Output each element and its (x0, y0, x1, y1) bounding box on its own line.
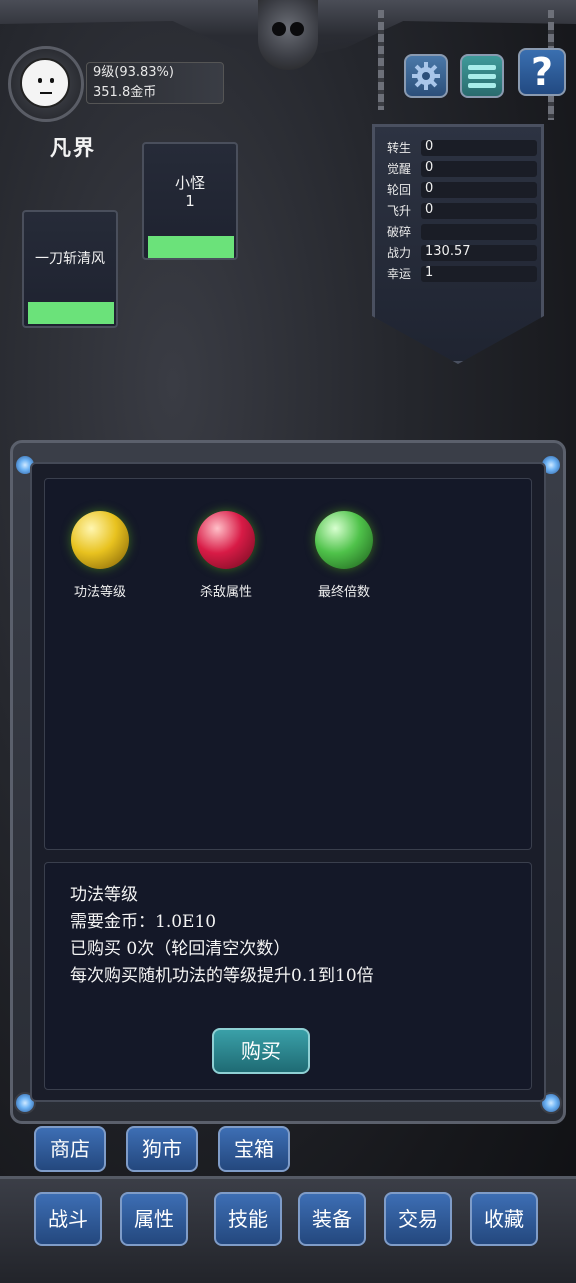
character-hp-bar (28, 302, 114, 324)
stat-label: 幸运 (387, 267, 412, 281)
menu-button[interactable] (460, 54, 504, 98)
stat-label: 飞升 (387, 204, 412, 218)
settings-button[interactable] (404, 54, 448, 98)
enemy-card[interactable]: 小怪 1 (142, 142, 238, 260)
green-orb-icon[interactable] (315, 511, 373, 569)
stat-row: 轮回 0 (387, 181, 537, 199)
dog-market-button[interactable]: 狗市 (126, 1126, 198, 1172)
stat-value: 0 (425, 139, 434, 154)
enemy-name: 小怪 (174, 174, 205, 192)
stat-row: 飞升 0 (387, 202, 537, 220)
character-name: 一刀斩清风 (35, 251, 105, 267)
upgrade-label[interactable]: 功法等级 (55, 581, 145, 600)
stat-value: 1 (425, 265, 434, 280)
gear-icon (412, 62, 440, 90)
menu-icon (468, 64, 496, 70)
stat-value: 130.57 (425, 244, 471, 259)
help-button[interactable]: ? (518, 48, 566, 96)
enemy-level: 1 (185, 192, 195, 210)
red-orb-icon[interactable] (197, 511, 255, 569)
nav-equipment[interactable]: 装备 (298, 1192, 366, 1246)
upgrade-label[interactable]: 杀敌属性 (181, 581, 271, 600)
character-card[interactable]: 一刀斩清风 (22, 210, 118, 328)
stat-row: 转生 0 (387, 139, 537, 157)
nav-collection[interactable]: 收藏 (470, 1192, 538, 1246)
help-icon: ? (530, 50, 554, 94)
buy-button[interactable]: 购买 (212, 1028, 310, 1074)
stat-label: 转生 (387, 141, 412, 155)
description-effect: 每次购买随机功法的等级提升0.1到10倍 (70, 966, 374, 986)
nav-trade[interactable]: 交易 (384, 1192, 452, 1246)
gold-text: 351.8金币 (93, 85, 157, 100)
description-cost: 需要金币：1.0E10 (70, 912, 217, 932)
stats-banner: 转生 0 觉醒 0 轮回 0 飞升 0 破碎 战力 130.57 幸运 1 (372, 124, 544, 364)
stat-row: 幸运 1 (387, 265, 537, 283)
nav-battle[interactable]: 战斗 (34, 1192, 102, 1246)
nav-skills[interactable]: 技能 (214, 1192, 282, 1246)
chain-ornament (378, 10, 384, 110)
realm-title: 凡界 (50, 135, 96, 160)
stat-value: 0 (425, 160, 434, 175)
avatar[interactable] (20, 58, 70, 108)
stat-label: 轮回 (387, 183, 412, 197)
stat-label: 战力 (387, 246, 412, 260)
upgrade-slots: 功法等级 杀敌属性 最终倍数 (44, 478, 532, 850)
description-purchased: 已购买 0次（轮回清空次数） (70, 939, 291, 959)
skull-ornament (258, 0, 318, 70)
stat-row: 觉醒 0 (387, 160, 537, 178)
gold-orb-icon[interactable] (71, 511, 129, 569)
description-title: 功法等级 (70, 885, 138, 905)
stat-value: 0 (425, 202, 434, 217)
stat-row: 破碎 (387, 223, 537, 241)
player-info-panel: 9级(93.83%) 351.8金币 (86, 62, 224, 104)
stat-label: 觉醒 (387, 162, 412, 176)
stat-label: 破碎 (387, 225, 412, 239)
nav-attributes[interactable]: 属性 (120, 1192, 188, 1246)
treasure-chest-button[interactable]: 宝箱 (218, 1126, 290, 1172)
stat-row: 战力 130.57 (387, 244, 537, 262)
shop-button[interactable]: 商店 (34, 1126, 106, 1172)
upgrade-label[interactable]: 最终倍数 (299, 581, 389, 600)
enemy-hp-bar (148, 236, 234, 258)
level-text: 9级(93.83%) (93, 65, 174, 80)
stat-value: 0 (425, 181, 434, 196)
